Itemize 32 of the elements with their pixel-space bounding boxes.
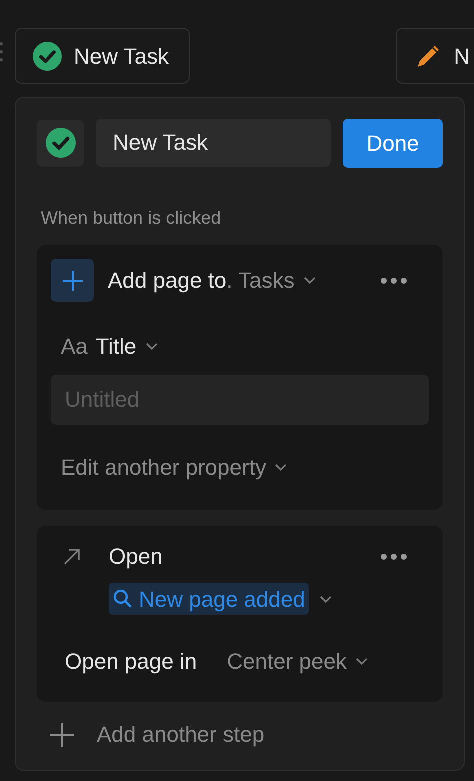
check-circle-icon <box>33 42 62 70</box>
database-selector[interactable]: . Tasks <box>226 264 317 297</box>
chevron-down-icon <box>274 463 288 472</box>
option-label: Open page in <box>65 648 198 676</box>
arrow-up-right-icon <box>63 548 81 566</box>
edit-another-property-button[interactable]: Edit another property <box>61 451 430 484</box>
database-name: . Tasks <box>226 267 295 295</box>
property-type-label: Aa <box>61 333 88 361</box>
chevron-down-icon <box>302 276 317 285</box>
title-value-field[interactable]: Untitled <box>51 375 429 425</box>
trigger-label: When button is clicked <box>41 207 222 230</box>
step-action: Open <box>109 543 163 571</box>
target-page-selector[interactable]: New page added <box>109 583 310 615</box>
more-icon[interactable] <box>380 552 408 560</box>
icon-picker-button[interactable] <box>37 120 84 166</box>
open-mode-selector[interactable]: Center peek <box>227 645 369 678</box>
check-circle-icon <box>46 128 76 158</box>
property-selector[interactable]: Aa Title <box>61 330 430 363</box>
plus-icon <box>49 722 75 748</box>
search-icon <box>113 589 133 609</box>
tab-button[interactable]: New Task <box>15 28 190 84</box>
property-name: Title <box>96 333 137 361</box>
step-action: Add page to <box>108 267 227 295</box>
chevron-down-icon <box>354 657 369 666</box>
chevron-down-icon <box>144 342 159 351</box>
done-button[interactable]: Done <box>343 118 443 168</box>
tab-button[interactable]: N <box>396 28 474 84</box>
add-page-icon <box>51 259 94 302</box>
chevron-down-icon[interactable] <box>319 594 334 604</box>
more-icon[interactable] <box>380 276 408 284</box>
button-name-field[interactable]: New Task <box>96 119 331 167</box>
add-step-button[interactable]: Add another step <box>49 718 443 751</box>
